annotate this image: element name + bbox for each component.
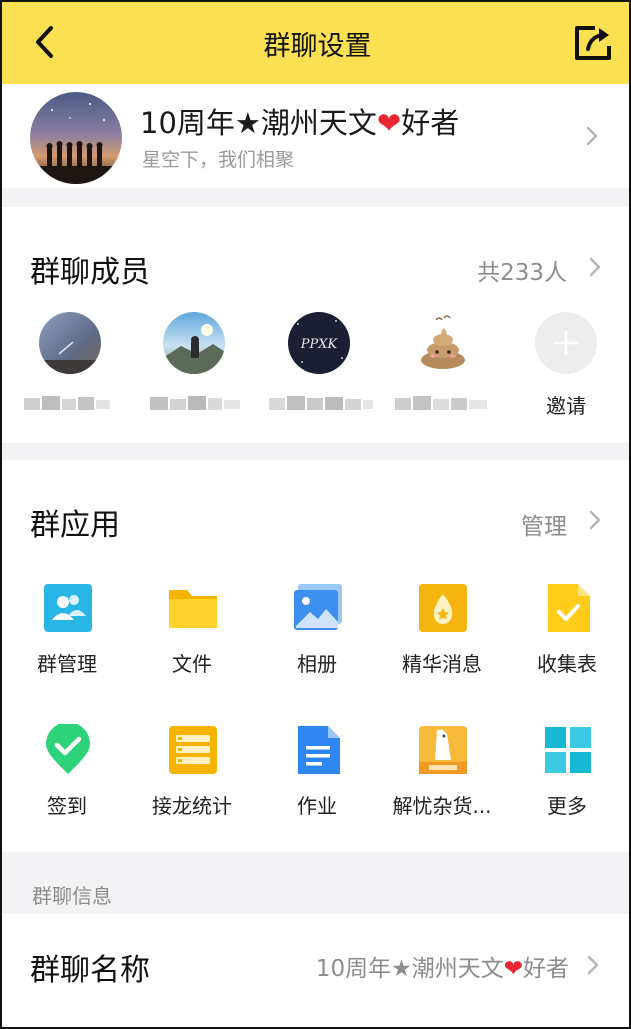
chevron-right-icon xyxy=(586,126,598,146)
members-title: 群聊成员 xyxy=(30,255,150,290)
app-label: 相册 xyxy=(297,652,337,676)
app-files[interactable]: 文件 xyxy=(129,582,255,692)
app-label: 收集表 xyxy=(537,652,597,676)
app-label: 接龙统计 xyxy=(152,794,232,818)
member-avatar xyxy=(163,312,225,374)
group-info-header: 群聊信息 xyxy=(2,852,629,914)
relay-icon xyxy=(169,726,217,774)
app-label: 签到 xyxy=(47,794,87,818)
checkin-icon xyxy=(46,724,90,774)
screen: 群聊设置 10周年★潮州天文❤好者 星空下，我们相聚 群聊成员 共233人 PP… xyxy=(0,0,631,1029)
invite-label: 邀请 xyxy=(546,394,586,418)
plus-icon xyxy=(553,330,579,356)
app-checkin[interactable]: 签到 xyxy=(4,724,130,834)
app-store[interactable]: 解忧杂货... xyxy=(379,724,505,834)
group-name: 10周年★潮州天文❤好者 xyxy=(140,100,459,142)
essence-icon xyxy=(419,584,467,632)
invite-circle[interactable] xyxy=(535,312,597,374)
chevron-right-icon[interactable] xyxy=(588,509,602,531)
group-profile-card[interactable]: 10周年★潮州天文❤好者 星空下，我们相聚 xyxy=(2,84,629,188)
share-button[interactable] xyxy=(571,20,615,64)
app-label: 精华消息 xyxy=(402,652,482,676)
group-name-suffix: 好者 xyxy=(401,106,460,140)
section-divider xyxy=(2,188,629,207)
blurred-name xyxy=(24,396,110,410)
app-label: 文件 xyxy=(172,652,212,676)
member-item[interactable] xyxy=(16,312,126,422)
form-icon xyxy=(548,584,590,632)
group-name-row[interactable]: 群聊名称 10周年★潮州天文❤好者 xyxy=(2,914,629,1027)
member-avatar xyxy=(412,312,474,374)
blurred-name xyxy=(269,396,373,410)
manage-link[interactable]: 管理 xyxy=(521,507,567,541)
app-relay[interactable]: 接龙统计 xyxy=(129,724,255,834)
app-label: 群管理 xyxy=(37,652,97,676)
member-avatar xyxy=(39,312,101,374)
invite-button[interactable]: 邀请 xyxy=(505,312,627,422)
group-name-value-text: 10周年★潮州天文 xyxy=(315,956,504,982)
group-avatar xyxy=(30,92,122,184)
app-label: 解忧杂货... xyxy=(392,794,492,818)
header-bar: 群聊设置 xyxy=(2,2,629,84)
member-item[interactable]: PPXK xyxy=(265,312,375,422)
chevron-right-icon[interactable] xyxy=(588,256,602,278)
folder-icon xyxy=(169,590,217,628)
share-icon xyxy=(575,26,611,60)
member-item[interactable] xyxy=(389,312,499,422)
store-icon xyxy=(419,726,467,774)
app-homework[interactable]: 作业 xyxy=(254,724,380,834)
group-subtitle: 星空下，我们相聚 xyxy=(142,149,295,171)
group-manage-icon xyxy=(44,584,92,632)
svg-text:PPXK: PPXK xyxy=(300,337,339,352)
blurred-name xyxy=(150,396,240,410)
app-album[interactable]: 相册 xyxy=(254,582,380,692)
chevron-right-icon xyxy=(587,955,599,975)
page-title: 群聊设置 xyxy=(263,31,372,62)
app-label: 更多 xyxy=(547,794,587,818)
app-more[interactable]: 更多 xyxy=(504,724,629,834)
section-divider xyxy=(2,443,629,460)
member-avatar: PPXK xyxy=(288,312,350,374)
group-name-text: 10周年★潮州天文 xyxy=(140,106,377,140)
heart-icon: ❤ xyxy=(376,106,402,140)
app-form[interactable]: 收集表 xyxy=(504,582,629,692)
more-grid-icon xyxy=(545,727,591,773)
app-essence[interactable]: 精华消息 xyxy=(379,582,505,692)
group-apps-section: 群应用 管理 群管理 文件 相册 精华消息 收集表 签到 接龙统计 作业 解忧杂… xyxy=(2,460,629,852)
heart-icon: ❤ xyxy=(503,956,523,982)
group-name-key: 群聊名称 xyxy=(30,953,150,988)
album-icon xyxy=(294,584,342,630)
group-info-label: 群聊信息 xyxy=(32,884,112,908)
group-name-value-suffix: 好者 xyxy=(523,956,569,982)
blurred-name xyxy=(395,396,487,410)
app-group-manage[interactable]: 群管理 xyxy=(4,582,130,692)
member-item[interactable] xyxy=(140,312,250,422)
members-section: 群聊成员 共233人 PPXK 邀请 xyxy=(2,207,629,443)
group-name-value: 10周年★潮州天文❤好者 xyxy=(316,949,569,983)
member-count[interactable]: 共233人 xyxy=(477,253,567,287)
apps-title: 群应用 xyxy=(30,508,120,543)
homework-icon xyxy=(298,726,340,774)
app-label: 作业 xyxy=(297,794,337,818)
